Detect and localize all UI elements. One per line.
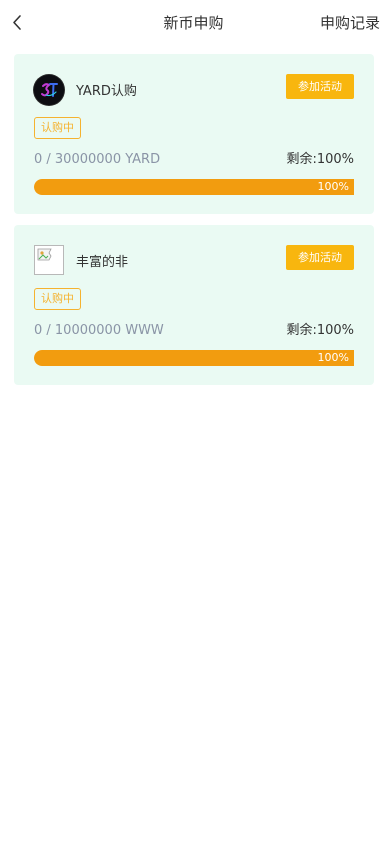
status-badge: 认购中 (34, 117, 81, 139)
top-nav-bar: 新币申购 申购记录 (0, 0, 387, 46)
broken-image-icon (34, 245, 64, 275)
progress-bar: 100% (34, 179, 354, 195)
status-badge: 认购中 (34, 288, 81, 310)
subscription-card: YARD认购 参加活动 认购中 0 / 30000000 YARD 剩余:100… (14, 54, 374, 214)
progress-fill (34, 350, 354, 366)
subscription-records-link[interactable]: 申购记录 (320, 12, 380, 34)
progress-bar: 100% (34, 350, 354, 366)
subscribed-amount: 0 / 30000000 YARD (34, 152, 161, 167)
join-activity-button[interactable]: 参加活动 (286, 74, 354, 99)
coin-name: YARD认购 (76, 84, 137, 99)
remaining-percent: 剩余:100% (286, 323, 354, 338)
join-activity-button[interactable]: 参加活动 (286, 245, 354, 270)
coin-name: 丰富的非 (76, 255, 129, 270)
subscribed-amount: 0 / 10000000 WWW (34, 323, 164, 338)
progress-label: 100% (317, 351, 349, 364)
coin-logo (34, 75, 64, 105)
progress-fill (34, 179, 354, 195)
remaining-percent: 剩余:100% (286, 152, 354, 167)
subscription-card: 丰富的非 参加活动 认购中 0 / 10000000 WWW 剩余:100% 1… (14, 225, 374, 385)
progress-label: 100% (317, 180, 349, 193)
